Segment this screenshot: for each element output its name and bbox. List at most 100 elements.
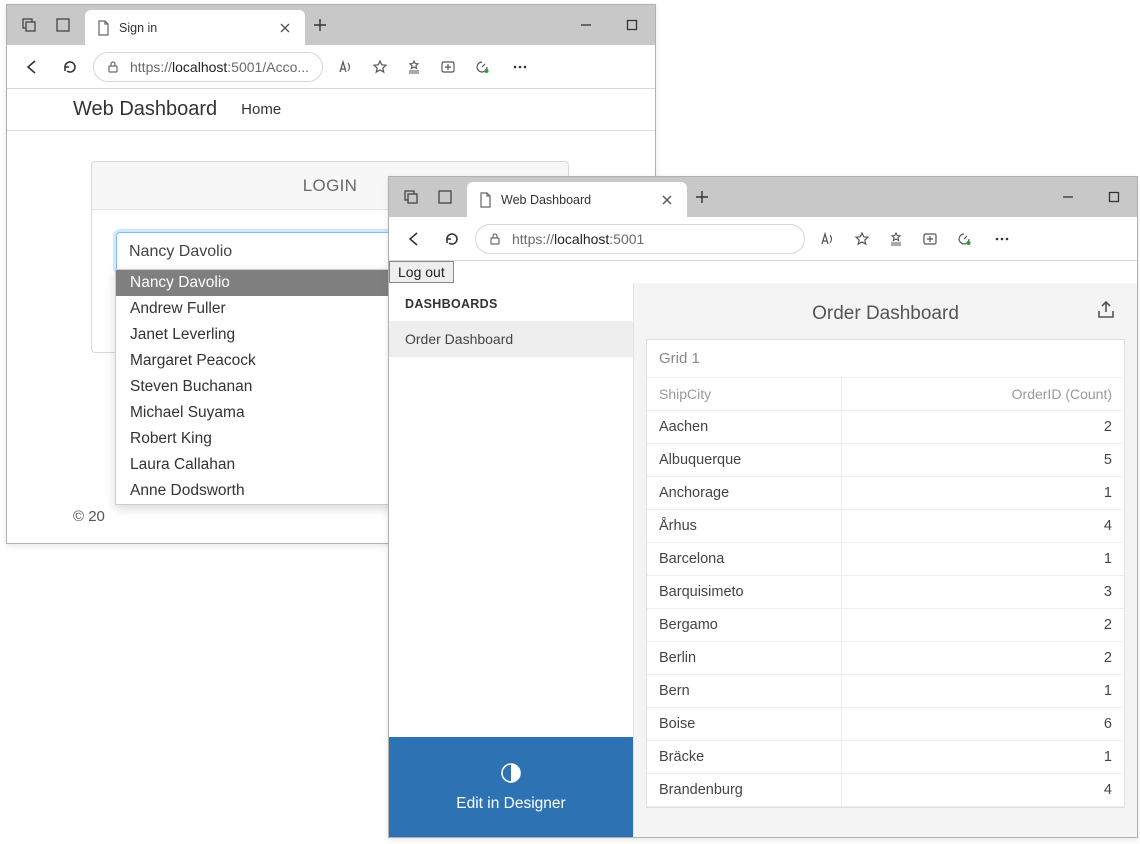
nav-home-link[interactable]: Home bbox=[241, 101, 281, 118]
cell-count: 4 bbox=[842, 774, 1124, 806]
url-text: https://localhost:5001/Acco... bbox=[130, 59, 309, 75]
window-maximize-button[interactable] bbox=[609, 5, 655, 45]
read-aloud-icon[interactable] bbox=[813, 224, 843, 254]
cell-count: 1 bbox=[842, 675, 1124, 707]
navbar: Web Dashboard Home bbox=[7, 89, 655, 131]
cell-count: 1 bbox=[842, 543, 1124, 575]
tab-overview-icon[interactable] bbox=[431, 183, 459, 211]
cell-shipcity: Bräcke bbox=[647, 741, 842, 773]
sidebar-heading: DASHBOARDS bbox=[389, 283, 633, 321]
cell-shipcity: Bern bbox=[647, 675, 842, 707]
more-menu-icon[interactable] bbox=[501, 52, 539, 82]
cell-shipcity: Berlin bbox=[647, 642, 842, 674]
cell-shipcity: Barcelona bbox=[647, 543, 842, 575]
table-row[interactable]: Berlin2 bbox=[647, 642, 1124, 675]
table-row[interactable]: Boise6 bbox=[647, 708, 1124, 741]
cell-count: 4 bbox=[842, 510, 1124, 542]
tab-actions-icon[interactable] bbox=[15, 11, 43, 39]
cell-shipcity: Brandenburg bbox=[647, 774, 842, 806]
new-tab-button[interactable] bbox=[305, 5, 335, 45]
page-icon bbox=[477, 192, 493, 208]
cell-count: 1 bbox=[842, 477, 1124, 509]
read-aloud-icon[interactable] bbox=[331, 52, 361, 82]
dashboard-title: Order Dashboard bbox=[812, 303, 959, 325]
cell-shipcity: Anchorage bbox=[647, 477, 842, 509]
table-row[interactable]: Bern1 bbox=[647, 675, 1124, 708]
favorites-list-icon[interactable] bbox=[399, 52, 429, 82]
favorites-list-icon[interactable] bbox=[881, 224, 911, 254]
tab-actions-icon[interactable] bbox=[397, 183, 425, 211]
table-row[interactable]: Barquisimeto3 bbox=[647, 576, 1124, 609]
cell-shipcity: Århus bbox=[647, 510, 842, 542]
cell-count: 2 bbox=[842, 609, 1124, 641]
favorite-icon[interactable] bbox=[365, 52, 395, 82]
cell-count: 2 bbox=[842, 411, 1124, 443]
lock-icon bbox=[106, 60, 120, 74]
page-icon bbox=[95, 20, 111, 36]
logout-button[interactable]: Log out bbox=[389, 261, 454, 283]
url-field[interactable]: https://localhost:5001/Acco... bbox=[93, 52, 323, 82]
tab-title: Web Dashboard bbox=[501, 193, 651, 207]
cell-count: 2 bbox=[842, 642, 1124, 674]
window-minimize-button[interactable] bbox=[563, 5, 609, 45]
table-row[interactable]: Barcelona1 bbox=[647, 543, 1124, 576]
grid-header-row: ShipCity OrderID (Count) bbox=[647, 377, 1124, 411]
tab-close-icon[interactable] bbox=[657, 190, 677, 210]
performance-icon[interactable] bbox=[467, 52, 497, 82]
cell-count: 3 bbox=[842, 576, 1124, 608]
performance-icon[interactable] bbox=[949, 224, 979, 254]
tab-close-icon[interactable] bbox=[275, 18, 295, 38]
footer-text: © 20 bbox=[73, 508, 105, 525]
sidebar-item-order-dashboard[interactable]: Order Dashboard bbox=[389, 321, 633, 357]
dashboard-header: Order Dashboard bbox=[646, 295, 1125, 333]
table-row[interactable]: Bräcke1 bbox=[647, 741, 1124, 774]
cell-count: 5 bbox=[842, 444, 1124, 476]
tab-overview-icon[interactable] bbox=[49, 11, 77, 39]
grid-title: Grid 1 bbox=[647, 340, 1124, 377]
browser-window-dashboard: Web Dashboard https://localhost:5001 bbox=[388, 176, 1138, 838]
grid-card: Grid 1 ShipCity OrderID (Count) Aachen2A… bbox=[646, 339, 1125, 808]
edit-in-designer-button[interactable]: Edit in Designer bbox=[389, 737, 633, 837]
favorite-icon[interactable] bbox=[847, 224, 877, 254]
table-row[interactable]: Århus4 bbox=[647, 510, 1124, 543]
back-button[interactable] bbox=[399, 224, 429, 254]
refresh-button[interactable] bbox=[55, 52, 85, 82]
grid-header-shipcity[interactable]: ShipCity bbox=[647, 378, 842, 410]
table-row[interactable]: Bergamo2 bbox=[647, 609, 1124, 642]
collections-icon[interactable] bbox=[915, 224, 945, 254]
edit-in-designer-label: Edit in Designer bbox=[456, 795, 565, 813]
designer-icon bbox=[499, 761, 523, 785]
table-row[interactable]: Aachen2 bbox=[647, 411, 1124, 444]
titlebar: Web Dashboard bbox=[389, 177, 1137, 217]
refresh-button[interactable] bbox=[437, 224, 467, 254]
cell-shipcity: Bergamo bbox=[647, 609, 842, 641]
collections-icon[interactable] bbox=[433, 52, 463, 82]
page-content: Log out DASHBOARDS Order Dashboard Edit … bbox=[389, 261, 1137, 837]
url-field[interactable]: https://localhost:5001 bbox=[475, 224, 805, 254]
grid-body: Aachen2Albuquerque5Anchorage1Århus4Barce… bbox=[647, 411, 1124, 807]
table-row[interactable]: Anchorage1 bbox=[647, 477, 1124, 510]
browser-tab[interactable]: Web Dashboard bbox=[467, 182, 687, 217]
tab-title: Sign in bbox=[119, 21, 269, 35]
more-menu-icon[interactable] bbox=[983, 224, 1021, 254]
cell-shipcity: Aachen bbox=[647, 411, 842, 443]
window-minimize-button[interactable] bbox=[1045, 177, 1091, 217]
table-row[interactable]: Albuquerque5 bbox=[647, 444, 1124, 477]
sidebar: DASHBOARDS Order Dashboard Edit in Desig… bbox=[389, 283, 634, 837]
cell-count: 1 bbox=[842, 741, 1124, 773]
cell-shipcity: Albuquerque bbox=[647, 444, 842, 476]
back-button[interactable] bbox=[17, 52, 47, 82]
cell-count: 6 bbox=[842, 708, 1124, 740]
url-text: https://localhost:5001 bbox=[512, 231, 644, 247]
export-icon[interactable] bbox=[1095, 299, 1119, 323]
new-tab-button[interactable] bbox=[687, 177, 717, 217]
main-pane: Order Dashboard Grid 1 ShipCity OrderID … bbox=[634, 283, 1137, 837]
brand-title: Web Dashboard bbox=[73, 98, 217, 121]
table-row[interactable]: Brandenburg4 bbox=[647, 774, 1124, 807]
window-maximize-button[interactable] bbox=[1091, 177, 1137, 217]
grid-header-count[interactable]: OrderID (Count) bbox=[842, 378, 1124, 410]
address-bar: https://localhost:5001/Acco... bbox=[7, 45, 655, 89]
browser-tab[interactable]: Sign in bbox=[85, 10, 305, 45]
cell-shipcity: Boise bbox=[647, 708, 842, 740]
address-bar: https://localhost:5001 bbox=[389, 217, 1137, 261]
